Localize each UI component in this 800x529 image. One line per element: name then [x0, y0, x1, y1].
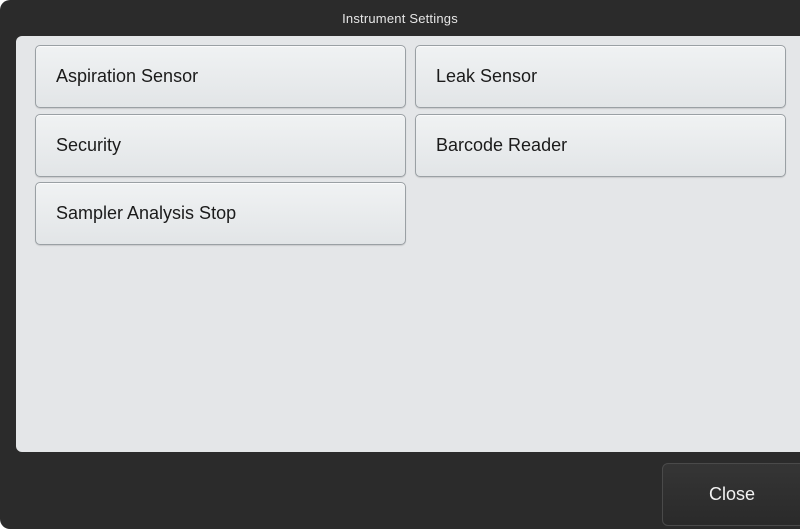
instrument-settings-dialog: Instrument Settings Aspiration Sensor Le…	[0, 0, 800, 529]
dialog-title-bar: Instrument Settings	[0, 0, 800, 36]
leak-sensor-button[interactable]: Leak Sensor	[415, 45, 786, 108]
aspiration-sensor-button[interactable]: Aspiration Sensor	[35, 45, 406, 108]
barcode-reader-button[interactable]: Barcode Reader	[415, 114, 786, 177]
dialog-footer: Close	[0, 452, 800, 529]
dialog-title: Instrument Settings	[342, 10, 458, 26]
sampler-analysis-stop-button[interactable]: Sampler Analysis Stop	[35, 182, 406, 245]
security-button[interactable]: Security	[35, 114, 406, 177]
close-button[interactable]: Close	[662, 463, 800, 526]
settings-panel: Aspiration Sensor Leak Sensor Security B…	[16, 36, 800, 452]
